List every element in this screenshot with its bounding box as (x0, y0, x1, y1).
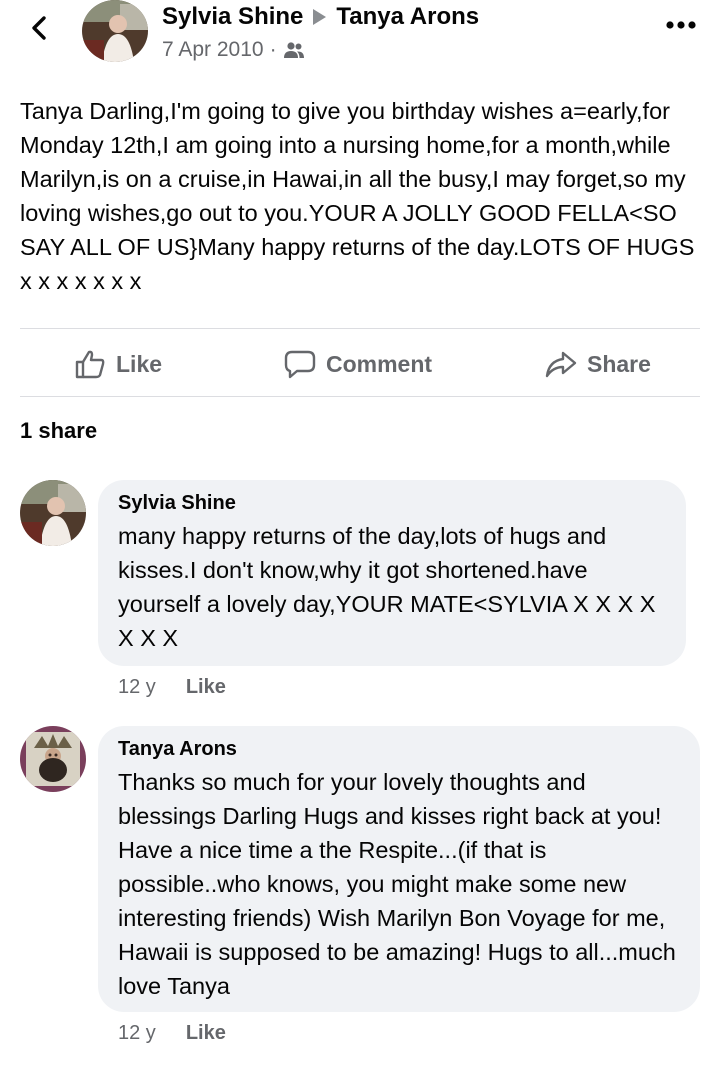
comment-avatar[interactable] (20, 726, 86, 792)
comment-icon (284, 350, 316, 379)
triangle-right-icon (313, 9, 327, 25)
more-horizontal-icon (666, 21, 696, 29)
share-label: Share (587, 350, 651, 377)
meta-separator: · (269, 38, 277, 61)
divider (20, 328, 700, 329)
post-body: Tanya Darling,I'm going to give you birt… (20, 98, 695, 294)
author-name[interactable]: Sylvia Shine (162, 3, 303, 31)
comment-footer: 12 y Like (118, 1022, 226, 1045)
comment-author[interactable]: Tanya Arons (118, 738, 680, 761)
comment-like-button[interactable]: Like (186, 676, 226, 699)
comment-bubble: Tanya Arons Thanks so much for your love… (98, 726, 700, 1012)
comment-label: Comment (326, 350, 433, 377)
post-date[interactable]: 7 Apr 2010 (162, 38, 264, 62)
comment-bubble: Sylvia Shine many happy returns of the d… (98, 480, 686, 666)
share-icon (545, 351, 577, 378)
thumbs-up-icon (75, 350, 105, 379)
comment-age: 12 y (118, 676, 156, 698)
chevron-left-icon (32, 16, 46, 40)
divider (20, 396, 700, 397)
comment-author[interactable]: Sylvia Shine (118, 492, 666, 515)
comment-age: 12 y (118, 1022, 156, 1044)
post-header: Sylvia Shine Tanya Arons 7 Apr 2010 · (0, 0, 720, 80)
comment-footer: 12 y Like (118, 676, 226, 699)
comment-button[interactable]: Comment (284, 336, 432, 392)
comment-text: Thanks so much for your lovely thoughts … (118, 769, 676, 999)
like-button[interactable]: Like (74, 336, 162, 392)
post-meta: 7 Apr 2010 · (162, 38, 305, 62)
comment-avatar[interactable] (20, 480, 86, 546)
comment-like-button[interactable]: Like (186, 1022, 226, 1045)
share-button[interactable]: Share (545, 336, 651, 392)
like-label: Like (116, 350, 163, 377)
post-actions: Like Comment Share (0, 336, 720, 392)
more-options-button[interactable] (666, 18, 696, 32)
recipient-name[interactable]: Tanya Arons (336, 3, 479, 31)
post-title: Sylvia Shine Tanya Arons (162, 3, 479, 31)
comment-text: many happy returns of the day,lots of hu… (118, 523, 656, 651)
shares-count[interactable]: 1 share (20, 418, 97, 444)
author-avatar[interactable] (82, 0, 148, 62)
friends-icon (283, 42, 304, 58)
back-button[interactable] (26, 14, 54, 42)
